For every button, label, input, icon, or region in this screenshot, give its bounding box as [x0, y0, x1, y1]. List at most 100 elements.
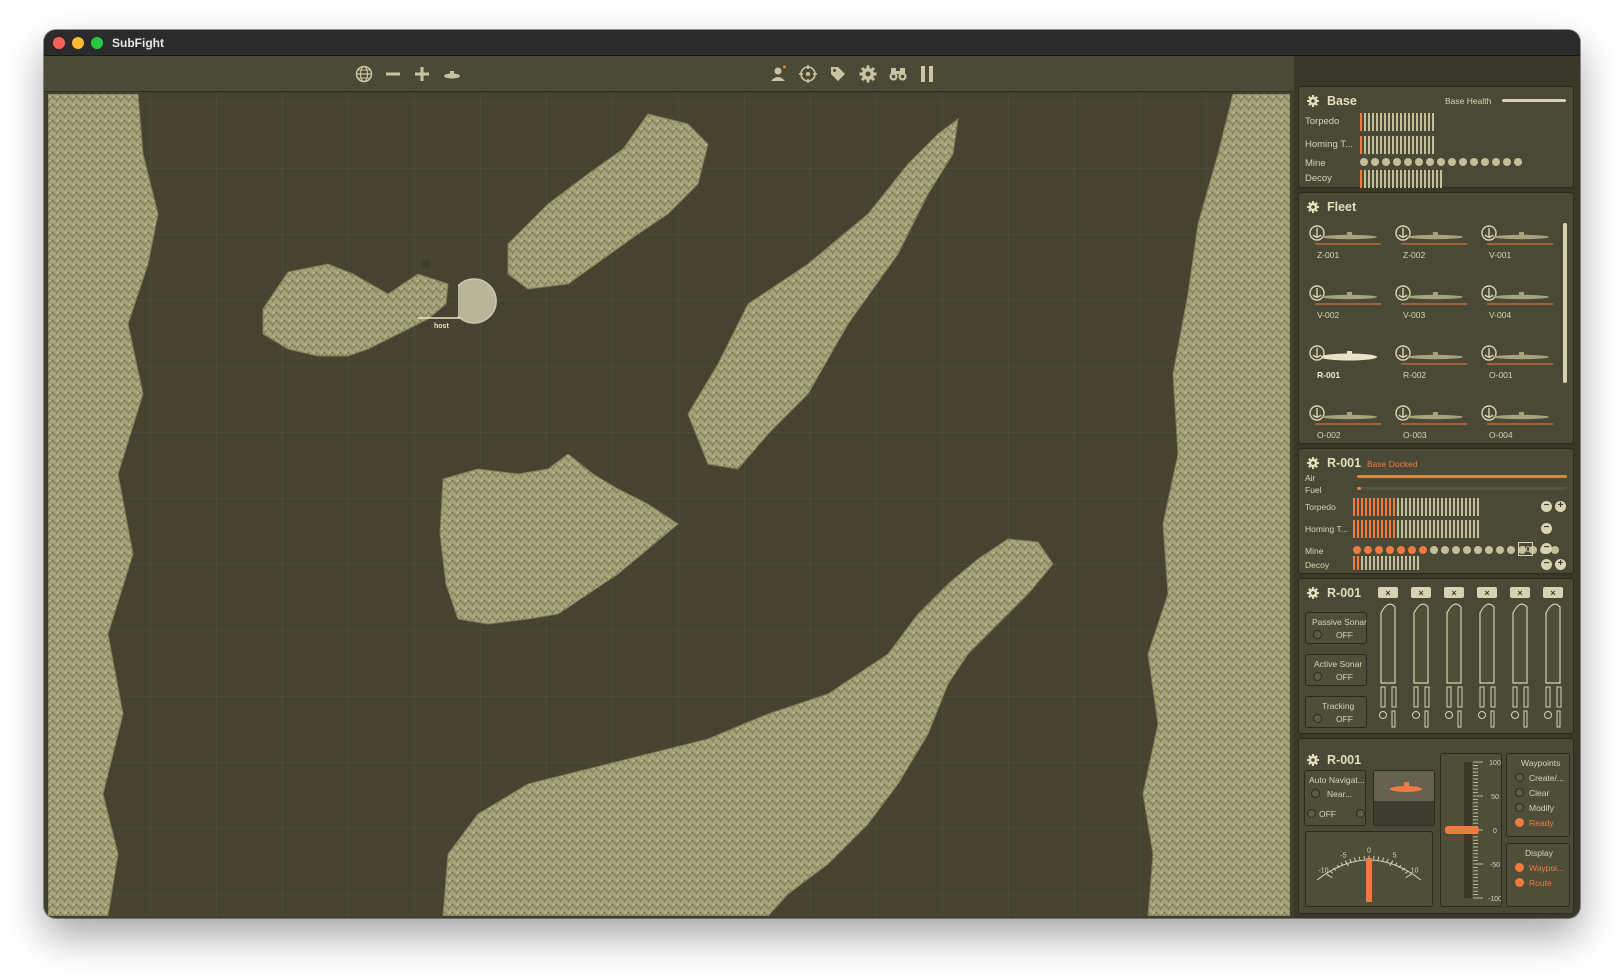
decoy-decrease-button[interactable]: − — [1541, 559, 1552, 570]
anchor-icon — [1309, 285, 1381, 305]
display-title: Display — [1525, 848, 1553, 858]
fleet-ship-r-001[interactable]: R-001 — [1307, 343, 1387, 393]
depth-gauge[interactable]: 100 50 0 -50 -100 — [1440, 753, 1502, 907]
tracking-toggle[interactable]: Tracking OFF — [1305, 696, 1367, 728]
active-sonar-toggle[interactable]: Active Sonar OFF — [1305, 654, 1367, 686]
zoom-out-button[interactable] — [381, 63, 405, 85]
svg-text:×: × — [1385, 588, 1390, 598]
gear-icon[interactable] — [1306, 456, 1320, 470]
wp-list-radio[interactable] — [1515, 788, 1524, 797]
sidebar: Base Base Health Torpedo Homing T... Min… — [1294, 56, 1580, 918]
anchor-icon — [1481, 345, 1553, 365]
gear-icon[interactable] — [1306, 753, 1320, 767]
close-window-button[interactable] — [53, 37, 65, 49]
minimize-window-button[interactable] — [72, 37, 84, 49]
submarine-button[interactable] — [440, 63, 464, 85]
target-button[interactable] — [796, 63, 820, 85]
fleet-ship-label: Z-001 — [1317, 250, 1340, 260]
tag-button[interactable] — [826, 63, 850, 85]
fleet-ship-o-004[interactable]: O-004 — [1479, 403, 1559, 453]
plus-icon — [415, 67, 429, 81]
fleet-ship-o-003[interactable]: O-003 — [1393, 403, 1473, 453]
fleet-ship-z-001[interactable]: Z-001 — [1307, 223, 1387, 273]
fleet-ship-v-003[interactable]: V-003 — [1393, 283, 1473, 333]
tube-graphic: × — [1477, 587, 1497, 728]
disp-list-radio[interactable] — [1515, 863, 1524, 872]
near-indicator[interactable] — [1311, 789, 1320, 798]
tracking-label: Tracking — [1322, 701, 1355, 711]
status-panel: R-001 Base Docked Air Fuel Torpedo − + H… — [1298, 448, 1574, 574]
decoy-increase-button[interactable]: + — [1555, 559, 1566, 570]
terrain-map: host — [48, 94, 1290, 916]
torpedo-tube-2[interactable]: × — [1408, 587, 1434, 729]
tube-graphic: × — [1378, 587, 1398, 728]
torpedo-tube-5[interactable]: × — [1507, 587, 1533, 729]
fleet-ship-o-001[interactable]: O-001 — [1479, 343, 1559, 393]
svg-text:×: × — [1517, 588, 1522, 598]
passive-sonar-toggle[interactable]: Passive Sonar OFF — [1305, 612, 1367, 644]
tube-graphic: × — [1411, 587, 1431, 728]
binoculars-icon — [889, 68, 907, 81]
base-health-bar — [1502, 99, 1566, 102]
rudder-tick — [1404, 870, 1409, 874]
map-view[interactable]: host — [48, 94, 1290, 916]
rudder-tick — [1386, 858, 1389, 863]
globe-button[interactable] — [352, 63, 376, 85]
torpedo-tube-1[interactable]: × — [1375, 587, 1401, 729]
status-title: R-001 — [1327, 456, 1362, 470]
gear-icon[interactable] — [1306, 200, 1320, 214]
torpedo-tube-4[interactable]: × — [1474, 587, 1500, 729]
fleet-ship-r-002[interactable]: R-002 — [1393, 343, 1473, 393]
rudder-tick — [1349, 858, 1352, 863]
torpedo-decrease-button[interactable]: − — [1541, 501, 1552, 512]
fleet-ship-label: O-001 — [1489, 370, 1513, 380]
zoom-in-button[interactable] — [410, 63, 434, 85]
fleet-ship-label: O-004 — [1489, 430, 1513, 440]
mine-decrease-button[interactable]: − — [1541, 543, 1552, 554]
wp-list-label: Ready — [1529, 818, 1554, 828]
torpedo-tube-6[interactable]: × — [1540, 587, 1566, 729]
torpedo-tube-3[interactable]: × — [1441, 587, 1467, 729]
passive-sonar-indicator — [1313, 630, 1322, 639]
svg-text:×: × — [1484, 588, 1489, 598]
fleet-ship-label: V-001 — [1489, 250, 1512, 260]
anchor-icon — [1395, 345, 1467, 365]
fleet-ship-o-002[interactable]: O-002 — [1307, 403, 1387, 453]
wp-list-radio[interactable] — [1515, 818, 1524, 827]
fleet-ship-v-004[interactable]: V-004 — [1479, 283, 1559, 333]
gear-icon[interactable] — [1306, 94, 1320, 108]
anchor-icon — [1309, 345, 1377, 361]
captain-button[interactable] — [766, 63, 790, 85]
settings-button[interactable] — [856, 63, 880, 85]
binoculars-button[interactable] — [886, 63, 910, 85]
decoy-meter — [1353, 556, 1419, 570]
rudder-tick — [1353, 857, 1356, 862]
auto-nav-indicator[interactable] — [1307, 809, 1316, 818]
anchor-icon — [1395, 285, 1467, 305]
base-decoy-meter — [1360, 170, 1442, 188]
fleet-ship-v-001[interactable]: V-001 — [1479, 223, 1559, 273]
torpedo-increase-button[interactable]: + — [1555, 501, 1566, 512]
rudder-dial: -10 -5 0 5 10 — [1316, 847, 1422, 902]
gear-icon[interactable] — [1306, 586, 1320, 600]
pause-button[interactable] — [915, 63, 939, 85]
base-mine-label: Mine — [1305, 158, 1326, 169]
rudder-tick — [1377, 856, 1380, 861]
anchor-icon — [1309, 225, 1381, 245]
disp-list-label: Route — [1529, 878, 1552, 888]
wp-list-radio[interactable] — [1515, 773, 1524, 782]
auto-nav-switch[interactable] — [1356, 809, 1365, 818]
fleet-scrollbar[interactable] — [1563, 223, 1567, 383]
rudder-needle — [1366, 858, 1372, 902]
disp-list-radio[interactable] — [1515, 878, 1524, 887]
fleet-ship-z-002[interactable]: Z-002 — [1393, 223, 1473, 273]
wp-list-radio[interactable] — [1515, 803, 1524, 812]
base-health-label: Base Health — [1445, 96, 1492, 106]
homing-decrease-button[interactable]: − — [1541, 523, 1552, 534]
anchor-icon — [1309, 405, 1381, 425]
rudder-tick — [1329, 870, 1334, 874]
rudder-gauge[interactable]: -10 -5 0 5 10 — [1305, 831, 1433, 907]
zoom-window-button[interactable] — [91, 37, 103, 49]
passive-sonar-state: OFF — [1336, 630, 1353, 640]
fleet-ship-v-002[interactable]: V-002 — [1307, 283, 1387, 333]
